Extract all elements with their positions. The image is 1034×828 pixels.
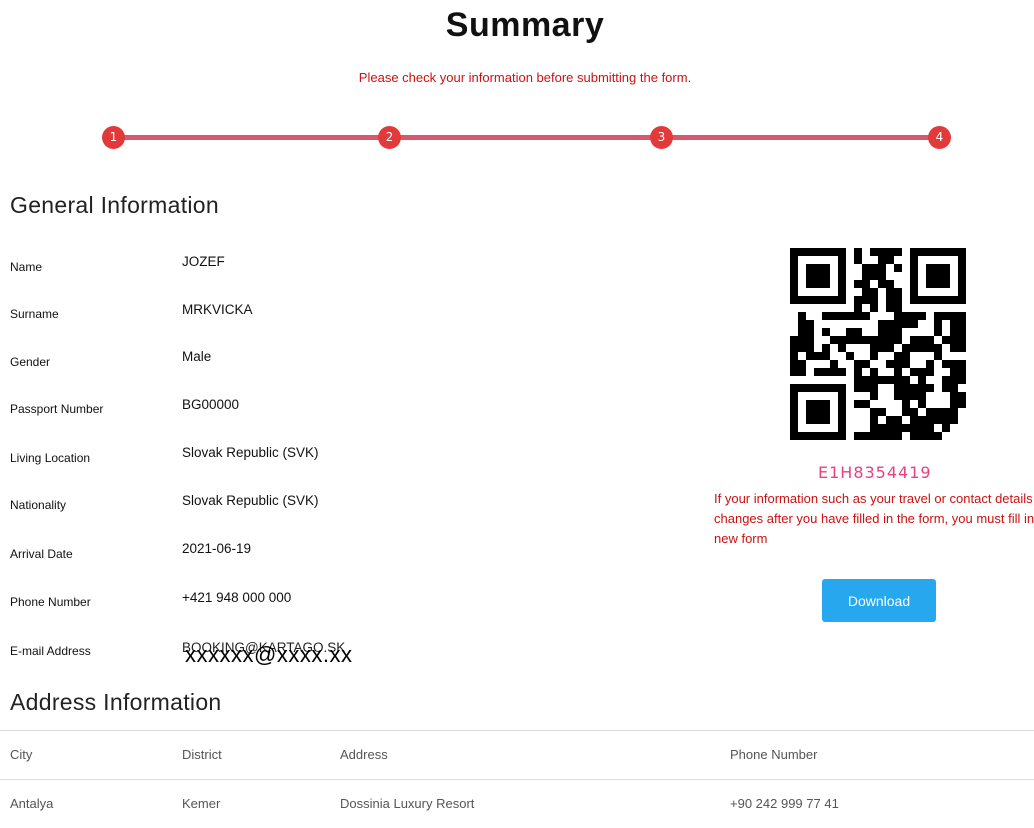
cell-district: Kemer (182, 796, 221, 811)
stepper-line (113, 135, 938, 140)
email-redaction-overlay: xxxxxx@xxxx.xx (185, 642, 353, 667)
nationality-label: Nationality (10, 498, 67, 512)
surname-value: MRKVICKA (182, 302, 253, 317)
phone-number-label: Phone Number (10, 595, 91, 609)
download-button[interactable]: Download (822, 579, 936, 622)
email-value: BOOKING@KARTAGO.SK xxxxxx@xxxx.xx (182, 640, 442, 670)
surname-label: Surname (10, 307, 59, 321)
passport-number-value: BG00000 (182, 397, 240, 412)
column-header-city: City (10, 747, 33, 762)
name-value: JOZEF (182, 254, 225, 269)
general-info-heading: General Information (10, 192, 219, 218)
step-2[interactable]: 2 (378, 126, 401, 149)
gender-value: Male (182, 349, 212, 364)
step-3[interactable]: 3 (650, 126, 673, 149)
page-subtitle: Please check your information before sub… (358, 70, 692, 85)
living-location-label: Living Location (10, 451, 91, 465)
cell-phone: +90 242 999 77 41 (730, 796, 839, 811)
step-1[interactable]: 1 (102, 126, 125, 149)
address-table-header: City District Address Phone Number (0, 730, 1034, 779)
column-header-district: District (182, 747, 222, 762)
page-title: Summary (445, 6, 605, 44)
name-label: Name (10, 260, 43, 274)
phone-number-value: +421 948 000 000 (182, 590, 292, 605)
progress-stepper: 1 2 3 4 (0, 125, 1034, 151)
arrival-date-label: Arrival Date (10, 547, 73, 561)
reference-code: E1H8354419 (818, 463, 932, 482)
step-4[interactable]: 4 (928, 126, 951, 149)
gender-label: Gender (10, 355, 51, 369)
cell-address: Dossinia Luxury Resort (340, 796, 475, 811)
table-row: Antalya Kemer Dossinia Luxury Resort +90… (0, 779, 1034, 828)
change-notice: If your information such as your travel … (714, 491, 1034, 546)
passport-number-label: Passport Number (10, 402, 104, 416)
arrival-date-value: 2021-06-19 (182, 541, 252, 556)
nationality-value: Slovak Republic (SVK) (182, 493, 319, 508)
qr-code-icon (790, 248, 966, 440)
cell-city: Antalya (10, 796, 54, 811)
email-label: E-mail Address (10, 644, 91, 658)
column-header-address: Address (340, 747, 388, 762)
address-info-heading: Address Information (10, 689, 222, 715)
column-header-phone: Phone Number (730, 747, 818, 762)
living-location-value: Slovak Republic (SVK) (182, 445, 319, 460)
